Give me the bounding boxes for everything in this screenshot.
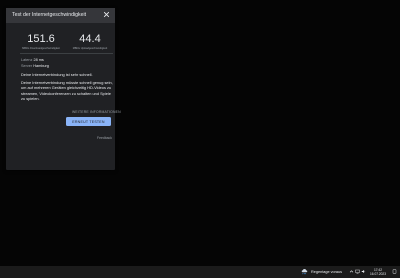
weather-text[interactable]: Regentage voraus [311, 270, 342, 274]
server-value: Hamburg [33, 64, 49, 68]
network-icon[interactable] [355, 269, 360, 274]
clock-date: 16.07.2023 [370, 271, 386, 276]
upload-speed-value: 44.4 [79, 33, 101, 45]
latency-row: Latenz 28 ms [21, 58, 44, 62]
server-label: Server [21, 64, 33, 68]
rain-cloud-icon[interactable] [301, 268, 308, 275]
retest-button[interactable]: ERNEUT TESTEN [66, 117, 111, 126]
upload-speed: 44.4 MBit/s Uploadgeschwindigkeit [68, 33, 112, 51]
divider [20, 53, 113, 54]
speed-description: Deine Internetverbindung müsste schnell … [21, 80, 113, 102]
latency-label: Latenz [21, 58, 33, 62]
taskbar-clock[interactable]: 17:42 16.07.2023 [368, 268, 388, 276]
upload-speed-label: MBit/s Uploadgeschwindigkeit [72, 47, 108, 50]
feedback-link[interactable]: Feedback [97, 136, 112, 140]
download-speed: 151.6 MBit/s Downloadgeschwindigkeit [19, 33, 63, 51]
panel-header: Test der Internetgeschwindigkeit [6, 8, 115, 23]
server-row: Server Hamburg [21, 64, 49, 68]
speed-summary: Deine Internetverbindung ist sehr schnel… [21, 72, 93, 77]
panel-title: Test der Internetgeschwindigkeit [12, 12, 87, 18]
close-icon[interactable] [103, 11, 110, 18]
download-speed-value: 151.6 [27, 33, 55, 45]
more-info-link[interactable]: WEITERE INFORMATIONEN [72, 110, 121, 114]
chevron-up-icon[interactable] [349, 269, 354, 274]
speed-test-panel: Test der Internetgeschwindigkeit 151.6 M… [6, 8, 121, 170]
notification-icon[interactable] [392, 269, 397, 275]
latency-value: 28 ms [33, 58, 44, 62]
taskbar: Regentage voraus 17:42 16.07.2023 [0, 266, 400, 278]
download-speed-label: MBit/s Downloadgeschwindigkeit [22, 47, 60, 50]
volume-icon[interactable] [361, 269, 366, 274]
